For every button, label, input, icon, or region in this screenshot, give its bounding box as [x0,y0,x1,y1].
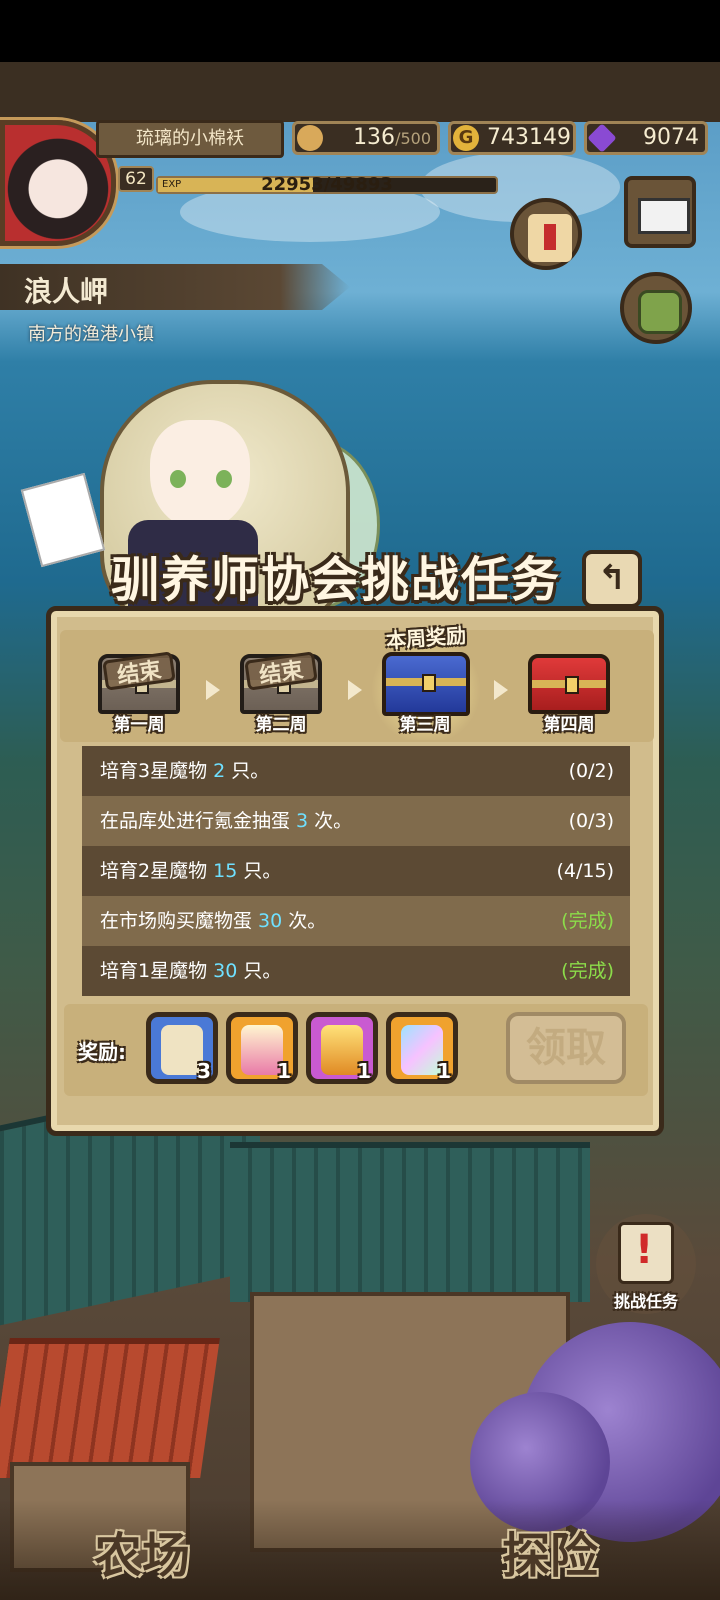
claim-button[interactable]: 领取 [506,1012,626,1084]
week-arrow-icon [494,680,508,700]
reward-label: 奖励: [78,1040,126,1064]
task-row: 在品库处进行氪金抽蛋 3 次。 (0/3) [82,796,630,846]
task-unit: 只。 [225,760,270,782]
location-name: 浪人岬 [24,275,109,308]
dialog-title: 驯养师协会挑战任务 [110,552,561,608]
task-count: 15 [213,860,238,882]
task-text: 在品库处进行氪金抽蛋 [100,810,297,832]
quest-scroll-button[interactable] [510,198,582,270]
gold-value: 743149 [487,125,571,150]
gold-counter[interactable]: G 743149 [448,121,576,155]
week-1-label: 第一周 [113,715,165,735]
backpack-button[interactable] [620,272,692,344]
player-name: 琉璃的小棉袄 [96,120,284,158]
status-bar-area [0,0,720,62]
task-progress: (4/15) [556,860,615,882]
task-row: 培育3星魔物 2 只。 (0/2) [82,746,630,796]
task-row: 培育1星魔物 30 只。 (完成) [82,946,630,996]
mail-icon [638,198,690,234]
mail-button[interactable] [624,176,696,248]
task-text: 培育2星魔物 [100,860,214,882]
exp-value: 22953/49893 [261,174,393,195]
week-3-chest[interactable] [382,652,470,716]
reward-item-golden-lantern[interactable]: 1 [306,1012,378,1084]
challenge-task-button[interactable]: 挑战任务 [596,1214,696,1314]
reward-qty: 3 [197,1059,211,1083]
stamina-counter[interactable]: 136/500 [292,121,440,155]
task-unit: 次。 [308,810,353,832]
week-3-label: 第三周 [399,715,451,735]
scroll-icon [528,214,572,262]
task-list: 培育3星魔物 2 只。 (0/2) 在品库处进行氪金抽蛋 3 次。 (0/3) … [82,746,630,996]
task-text: 在市场购买魔物蛋 [100,910,259,932]
farm-button[interactable]: 农场 [94,1516,190,1586]
back-arrow-icon: ↰ [597,558,627,598]
week-arrow-icon [348,680,362,700]
task-text: 培育3星魔物 [100,760,214,782]
reward-qty: 1 [437,1059,451,1083]
reward-qty: 1 [277,1059,291,1083]
gem-counter[interactable]: 9074 [584,121,708,155]
back-button[interactable]: ↰ [582,550,642,608]
task-unit: 只。 [237,960,282,982]
challenge-task-label: 挑战任务 [613,1292,678,1311]
task-progress: (0/2) [568,760,614,782]
week-arrow-icon [206,680,220,700]
task-unit: 只。 [237,860,282,882]
gem-icon [587,123,617,153]
task-count: 2 [213,760,226,782]
task-count: 30 [258,910,283,932]
challenge-notice-icon [618,1222,674,1284]
bread-icon [297,125,323,151]
reward-item-scroll[interactable]: 3 [146,1012,218,1084]
npc-eye-right [216,470,232,488]
reward-item-rainbow-lantern[interactable]: 1 [386,1012,458,1084]
task-text: 培育1星魔物 [100,960,214,982]
gem-value: 9074 [643,125,699,150]
task-progress-complete: (完成) [561,960,614,982]
task-count: 30 [213,960,238,982]
player-level: 62 [118,166,154,192]
week-2-label: 第二周 [255,715,307,735]
exp-bar: EXP 22953/49893 [156,174,498,195]
reward-item-potion[interactable]: 1 [226,1012,298,1084]
backpack-icon [638,290,682,334]
task-count: 3 [296,810,309,832]
task-row: 培育2星魔物 15 只。 (4/15) [82,846,630,896]
explore-button[interactable]: 探险 [502,1516,598,1586]
gold-coin-icon: G [453,125,479,151]
week-4-label: 第四周 [543,715,595,735]
task-progress-complete: (完成) [561,910,614,932]
npc-character-face [150,420,250,530]
npc-eye-left [170,470,186,488]
stamina-value: 136 [353,125,396,150]
location-subtitle: 南方的渔港小镇 [28,324,154,345]
task-progress: (0/3) [568,810,614,832]
task-unit: 次。 [282,910,327,932]
stamina-max: /500 [395,129,431,148]
task-row: 在市场购买魔物蛋 30 次。 (完成) [82,896,630,946]
reward-qty: 1 [357,1059,371,1083]
week-4-chest[interactable] [528,654,610,714]
